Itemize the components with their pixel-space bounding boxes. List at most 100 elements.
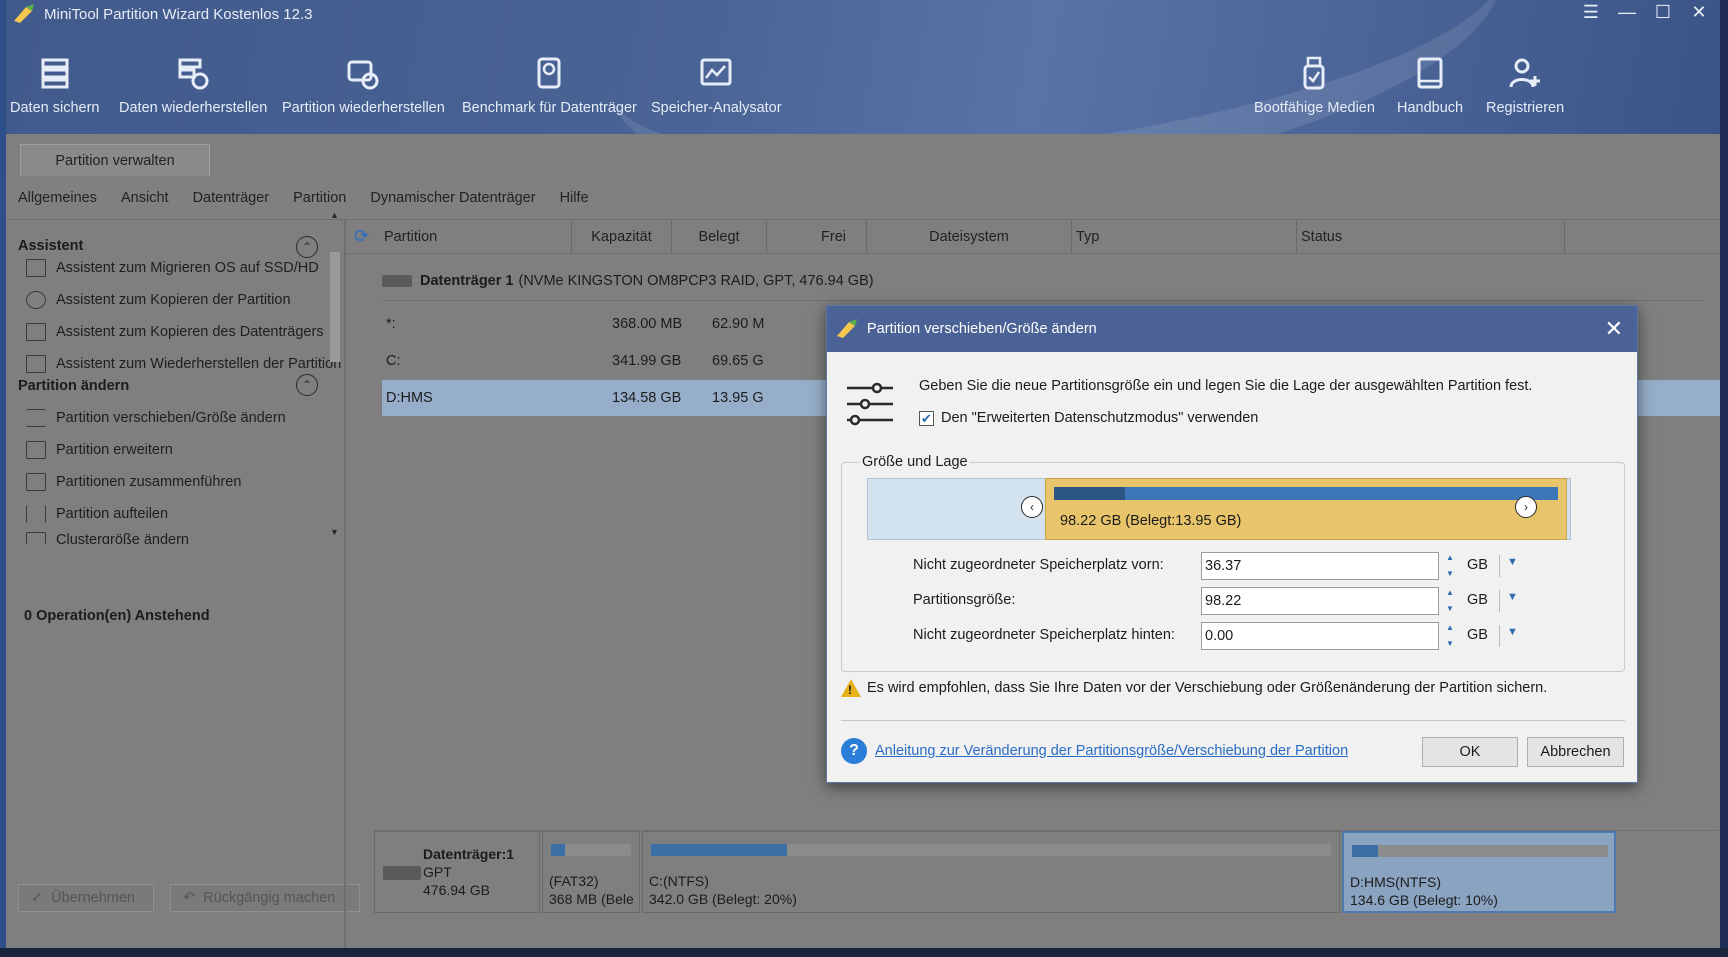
usage-fill <box>651 844 787 856</box>
desktop-right-edge <box>1720 0 1728 957</box>
extend-partition-icon <box>26 441 46 459</box>
column-free[interactable]: Frei <box>767 220 867 254</box>
disk-map-info[interactable]: Datenträger:1 GPT 476.94 GB <box>374 831 540 913</box>
dialog-close-icon[interactable]: ✕ <box>1605 316 1623 342</box>
spin-down-icon[interactable]: ▼ <box>1446 603 1454 615</box>
column-type[interactable]: Typ <box>1072 220 1297 254</box>
collapse-change-partition-icon[interactable]: ⌃ <box>296 374 318 396</box>
hard-disk-icon <box>382 275 412 287</box>
menu-dynamic-disk[interactable]: Dynamischer Datenträger <box>370 190 535 206</box>
column-filesystem[interactable]: Dateisystem <box>867 220 1072 254</box>
app-logo-icon <box>14 4 34 23</box>
tab-partition-manage[interactable]: Partition verwalten <box>20 144 210 176</box>
toolbar-label: Daten sichern <box>10 100 100 116</box>
partition-size-input[interactable] <box>1201 587 1439 615</box>
partition-fs: C:(NTFS) <box>649 873 709 889</box>
spin-up-icon[interactable]: ▲ <box>1446 552 1454 564</box>
data-protection-checkbox[interactable]: ✔ Den "Erweiterten Datenschutzmodus" ver… <box>919 410 1258 426</box>
partition-block[interactable]: 98.22 GB (Belegt:13.95 GB) <box>1045 478 1567 540</box>
sidebar-item-extend[interactable]: Partition erweitern <box>26 438 173 462</box>
stepper[interactable]: ▲ ▼ <box>1441 622 1459 650</box>
unit-dropdown-icon[interactable]: ▼ <box>1507 556 1518 568</box>
column-capacity[interactable]: Kapazität <box>572 220 672 254</box>
field-label: Partitionsgröße: <box>913 592 1016 608</box>
collapse-wizard-icon[interactable]: ⌃ <box>296 236 318 258</box>
toolbar-backup[interactable]: Daten sichern <box>10 56 99 116</box>
add-user-icon <box>1509 58 1541 88</box>
spin-down-icon[interactable]: ▼ <box>1446 568 1454 580</box>
cancel-button[interactable]: Abbrechen <box>1527 737 1624 767</box>
left-handle-icon[interactable]: ‹ <box>1021 496 1043 518</box>
sidebar-item-copy-disk[interactable]: Assistent zum Kopieren des Datenträgers <box>26 320 324 344</box>
menu-partition[interactable]: Partition <box>293 190 346 206</box>
column-partition[interactable]: Partition <box>378 220 572 254</box>
unallocated-after-row: Nicht zugeordneter Speicherplatz hinten:… <box>827 622 1637 650</box>
cell-partition: C: <box>386 353 401 369</box>
group-label: Größe und Lage <box>860 454 970 470</box>
stepper[interactable]: ▲ ▼ <box>1441 587 1459 615</box>
toolbar-register[interactable]: Registrieren <box>1486 56 1564 116</box>
copy-partition-icon <box>26 291 46 309</box>
scrollbar-thumb[interactable] <box>330 252 340 362</box>
scroll-down-icon[interactable]: ▼ <box>330 527 339 537</box>
spin-up-icon[interactable]: ▲ <box>1446 587 1454 599</box>
sidebar-item-label: Assistent zum Migrieren OS auf SSD/HD <box>56 260 319 276</box>
minimize-icon[interactable]: — <box>1616 2 1638 23</box>
partition-usage-bar <box>1054 487 1558 500</box>
column-status[interactable]: Status <box>1297 220 1565 254</box>
sidebar-scrollbar[interactable]: ▲ ▼ <box>328 210 342 542</box>
close-window-icon[interactable]: ✕ <box>1688 2 1710 23</box>
help-link[interactable]: Anleitung zur Veränderung der Partitions… <box>875 743 1348 759</box>
spin-up-icon[interactable]: ▲ <box>1446 622 1454 634</box>
database-icon <box>41 58 69 89</box>
sidebar-item-merge[interactable]: Partitionen zusammenführen <box>26 470 241 494</box>
scroll-up-icon[interactable]: ▲ <box>330 210 339 220</box>
disk-map-partition-d[interactable]: D:HMS(NTFS) 134.6 GB (Belegt: 10%) <box>1342 831 1616 913</box>
menu-general[interactable]: Allgemeines <box>18 190 97 206</box>
partition-label: C:(NTFS) 342.0 GB (Belegt: 20%) <box>649 872 797 908</box>
menu-help[interactable]: Hilfe <box>560 190 589 206</box>
usage-fill <box>1352 845 1378 857</box>
sidebar-item-split[interactable]: Partition aufteilen <box>26 502 168 526</box>
toolbar-label: Benchmark für Datenträger <box>462 100 637 116</box>
partition-usage-fill <box>1054 487 1125 500</box>
checkbox-checked-icon[interactable]: ✔ <box>919 410 934 426</box>
column-used[interactable]: Belegt <box>672 220 767 254</box>
undo-button[interactable]: ↶ Rückgängig machen <box>170 884 360 912</box>
dialog-divider <box>841 720 1625 721</box>
right-handle-icon[interactable]: › <box>1515 496 1537 518</box>
toolbar-data-recovery[interactable]: Daten wiederherstellen <box>119 56 267 116</box>
sidebar-item-move-resize[interactable]: Partition verschieben/Größe ändern <box>26 406 286 430</box>
unallocated-after-input[interactable] <box>1201 622 1439 650</box>
desktop: MiniTool Partition Wizard Kostenlos 12.3… <box>0 0 1728 957</box>
maximize-icon[interactable]: ☐ <box>1652 2 1674 23</box>
pending-operations: 0 Operation(en) Anstehend <box>24 608 210 624</box>
spin-down-icon[interactable]: ▼ <box>1446 638 1454 650</box>
menu-view[interactable]: Ansicht <box>121 190 169 206</box>
disk-map-partition-c[interactable]: C:(NTFS) 342.0 GB (Belegt: 20%) <box>642 831 1340 913</box>
sidebar-item-copy-partition[interactable]: Assistent zum Kopieren der Partition <box>26 288 291 312</box>
ok-button[interactable]: OK <box>1422 737 1518 767</box>
stepper[interactable]: ▲ ▼ <box>1441 552 1459 580</box>
sidebar-item-label: Assistent zum Kopieren des Datenträgers <box>56 324 324 340</box>
disk-map-partition-efi[interactable]: (FAT32) 368 MB (Bele <box>542 831 640 913</box>
refresh-icon[interactable]: ⟳ <box>354 226 369 247</box>
disk-row[interactable]: Datenträger 1 (NVMe KINGSTON OM8PCP3 RAI… <box>382 266 874 296</box>
menu-disk[interactable]: Datenträger <box>193 190 270 206</box>
unit-dropdown-icon[interactable]: ▼ <box>1507 591 1518 603</box>
toolbar-manual[interactable]: Handbuch <box>1397 56 1463 116</box>
apply-button[interactable]: ✓ Übernehmen <box>18 884 154 912</box>
unit-dropdown-icon[interactable]: ▼ <box>1507 626 1518 638</box>
sidebar-item-restore-partition[interactable]: Assistent zum Wiederherstellen der Parti… <box>26 352 341 376</box>
help-icon[interactable]: ? <box>841 738 867 764</box>
toolbar-partition-recovery[interactable]: Partition wiederherstellen <box>282 56 445 116</box>
toolbar-bootable-media[interactable]: Bootfähige Medien <box>1254 56 1375 116</box>
menu-icon[interactable]: ☰ <box>1580 2 1602 23</box>
unallocated-before-input[interactable] <box>1201 552 1439 580</box>
sidebar-item-cluster-size[interactable]: Clustergröße ändern <box>26 532 189 544</box>
toolbar-space-analyzer[interactable]: Speicher-Analysator <box>651 56 782 116</box>
sidebar-item-migrate-os[interactable]: Assistent zum Migrieren OS auf SSD/HD <box>26 256 319 280</box>
cell-capacity: 134.58 GB <box>612 390 682 406</box>
table-header: ⟳ Partition Kapazität Belegt Frei Dateis… <box>346 220 1720 254</box>
toolbar-benchmark[interactable]: Benchmark für Datenträger <box>462 56 637 116</box>
